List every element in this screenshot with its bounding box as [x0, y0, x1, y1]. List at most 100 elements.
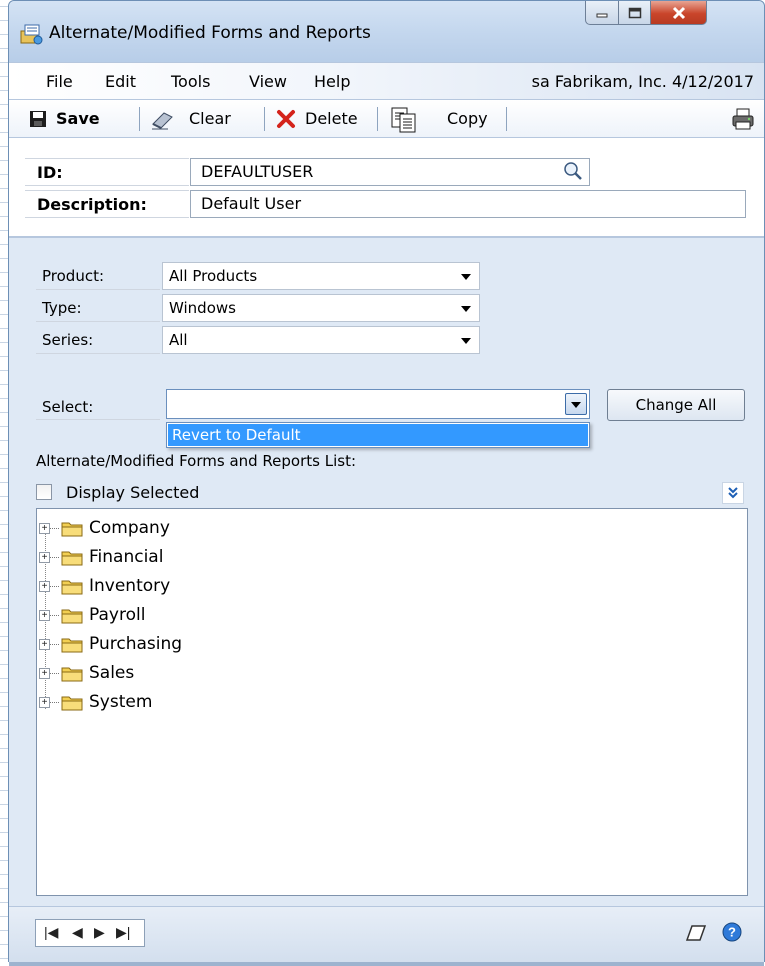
tree-item-label: Financial	[89, 547, 164, 567]
header-pane: ID: DEFAULTUSER Description: Default Use…	[9, 138, 764, 236]
window-bottom-edge	[9, 962, 764, 966]
help-button[interactable]: ?	[721, 921, 743, 943]
chevron-down-icon	[461, 338, 471, 344]
tree-item[interactable]: + Purchasing	[37, 633, 337, 657]
toolbar: Save Clear Delete Copy	[9, 100, 764, 138]
copy-icon-wrap[interactable]	[390, 106, 418, 134]
option-revert-to-default[interactable]: Revert to Default	[168, 424, 588, 446]
clear-button[interactable]: Clear	[189, 109, 231, 128]
forms-tree: + Company + Financial + Inventory + Payroll + Pur…	[36, 508, 748, 896]
maximize-button[interactable]	[619, 1, 651, 25]
description-label: Description:	[37, 195, 147, 214]
previous-record-button[interactable]: ◀	[72, 924, 83, 941]
red-x-icon	[277, 110, 295, 128]
tree-connector	[50, 644, 59, 645]
folder-icon	[61, 638, 83, 653]
help-icon: ?	[722, 922, 742, 942]
product-label: Product:	[42, 267, 105, 285]
first-record-button[interactable]: |◀	[44, 924, 58, 941]
window-title: Alternate/Modified Forms and Reports	[49, 23, 371, 43]
close-button[interactable]	[651, 1, 707, 25]
id-label: ID:	[37, 163, 63, 182]
status-bar: |◀ ◀ ▶ ▶| ?	[9, 906, 764, 962]
expand-plus-icon[interactable]: +	[39, 697, 50, 708]
delete-button[interactable]: Delete	[305, 109, 358, 128]
note-icon	[685, 925, 707, 941]
select-combobox[interactable]	[166, 389, 590, 419]
product-dropdown[interactable]: All Products	[162, 262, 480, 290]
menu-view[interactable]: View	[249, 72, 287, 91]
next-record-button[interactable]: ▶	[94, 924, 105, 941]
toolbar-separator	[506, 107, 507, 131]
tree-item[interactable]: + Company	[37, 517, 337, 541]
expand-plus-icon[interactable]: +	[39, 552, 50, 563]
folder-icon	[61, 609, 83, 624]
type-label: Type:	[42, 299, 82, 317]
tree-connector	[50, 673, 59, 674]
tree-item-label: System	[89, 692, 153, 712]
chevron-down-icon	[461, 274, 471, 280]
magnifier-icon	[564, 162, 582, 180]
folder-icon	[61, 522, 83, 537]
tree-item-label: Inventory	[89, 576, 171, 596]
expand-plus-icon[interactable]: +	[39, 639, 50, 650]
user-company-date-status: sa Fabrikam, Inc. 4/12/2017	[531, 72, 754, 91]
series-dropdown[interactable]: All	[162, 326, 480, 354]
forms-icon	[20, 24, 43, 45]
menu-tools[interactable]: Tools	[171, 72, 210, 91]
display-selected-checkbox[interactable]	[36, 484, 52, 500]
double-chevron-down-icon	[728, 487, 738, 499]
tree-item[interactable]: + System	[37, 691, 337, 715]
change-all-button[interactable]: Change All	[607, 389, 745, 421]
delete-icon-wrap[interactable]	[275, 108, 297, 130]
clear-icon-wrap[interactable]	[150, 108, 176, 130]
menu-file[interactable]: File	[46, 72, 73, 91]
chevron-down-icon	[461, 306, 471, 312]
tree-connector	[50, 615, 59, 616]
copy-icon	[391, 107, 416, 133]
menu-help[interactable]: Help	[314, 72, 350, 91]
type-value: Windows	[169, 299, 236, 317]
expand-plus-icon[interactable]: +	[39, 581, 50, 592]
eraser-icon	[152, 112, 173, 130]
tree-connector	[50, 557, 59, 558]
expand-plus-icon[interactable]: +	[39, 610, 50, 621]
folder-icon	[61, 580, 83, 595]
last-record-button[interactable]: ▶|	[116, 924, 130, 941]
menu-bar: File Edit Tools View Help sa Fabrikam, I…	[9, 62, 764, 100]
expand-plus-icon[interactable]: +	[39, 523, 50, 534]
toolbar-separator	[139, 107, 140, 131]
tree-item[interactable]: + Financial	[37, 546, 337, 570]
select-dropdown-button[interactable]	[565, 393, 587, 415]
select-dropdown-list: Revert to Default	[166, 422, 590, 448]
type-dropdown[interactable]: Windows	[162, 294, 480, 322]
save-button-icon-wrap[interactable]	[29, 109, 47, 129]
tree-item[interactable]: + Payroll	[37, 604, 337, 628]
tree-item-label: Payroll	[89, 605, 146, 625]
save-button[interactable]: Save	[56, 109, 100, 128]
list-title: Alternate/Modified Forms and Reports Lis…	[36, 452, 357, 470]
close-icon	[672, 6, 685, 19]
series-label: Series:	[42, 331, 94, 349]
tree-item[interactable]: + Sales	[37, 662, 337, 686]
folder-icon	[61, 667, 83, 682]
note-button[interactable]	[683, 922, 709, 944]
toolbar-separator	[377, 107, 378, 131]
description-field[interactable]: Default User	[190, 190, 746, 218]
maximize-icon	[628, 7, 641, 18]
expand-plus-icon[interactable]: +	[39, 668, 50, 679]
lookup-button[interactable]	[562, 160, 584, 182]
expand-list-button[interactable]	[722, 482, 744, 504]
copy-button[interactable]: Copy	[447, 109, 488, 128]
folder-icon	[61, 696, 83, 711]
print-button[interactable]	[731, 107, 755, 131]
id-field[interactable]: DEFAULTUSER	[190, 158, 590, 186]
toolbar-separator	[264, 107, 265, 131]
menu-edit[interactable]: Edit	[105, 72, 136, 91]
tree-item[interactable]: + Inventory	[37, 575, 337, 599]
title-bar[interactable]: Alternate/Modified Forms and Reports	[9, 1, 764, 63]
tree-connector	[50, 702, 59, 703]
minimize-button[interactable]	[585, 1, 619, 25]
minimize-icon	[596, 13, 608, 17]
printer-icon	[732, 108, 754, 130]
